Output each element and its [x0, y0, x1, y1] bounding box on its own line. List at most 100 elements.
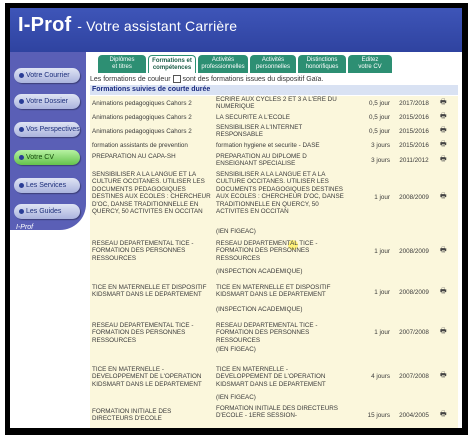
printer-icon[interactable]: 🖶	[440, 127, 450, 134]
tab-label: Diplômes	[109, 57, 135, 63]
training-module: RESEAU DEPARTEMENTAL TICE - FORMATION DE…	[216, 322, 318, 344]
printer-icon[interactable]: 🖶	[440, 113, 450, 120]
sidebar-item-label: Les Guides	[26, 208, 62, 215]
printer-icon[interactable]: 🖶	[440, 141, 450, 148]
training-organizer: (IEN FIGEAC)	[216, 346, 256, 353]
training-year: 2015/2016	[399, 128, 429, 135]
training-year: 2007/2008	[399, 329, 429, 336]
table-row: FORMATION INITIALE DES DIRECTEURS D'ECOL…	[90, 404, 458, 428]
sidebar-item-dossier[interactable]: Votre Dossier	[14, 94, 80, 109]
sidebar-item-label: Votre Courrier	[26, 72, 70, 79]
intro-text-before: Les formations de couleur	[90, 75, 171, 83]
printer-icon[interactable]: 🖶	[440, 328, 450, 335]
sidebar-item-guides[interactable]: Les Guides	[14, 204, 80, 219]
training-module: ECRIRE AUX CYCLES 2 ET 3 A L'ERE DU NUME…	[216, 96, 337, 111]
table-row: PREPARATION AU CAPA-SH PREPARATION AU DI…	[90, 152, 458, 171]
training-duration: 0,5 jour	[368, 100, 390, 107]
header: I-Prof - Votre assistant Carrière	[10, 8, 462, 52]
bullet-icon	[19, 98, 24, 104]
printer-icon[interactable]: 🖶	[440, 288, 450, 295]
training-title: TICE EN MATERNELLE - DEVELOPPEMENT DE L'…	[92, 366, 202, 388]
sidebar-item-label: Votre Dossier	[26, 98, 69, 105]
training-module: formation hygiene et securite - DASE	[216, 142, 320, 149]
tab-label: Distinctions	[306, 57, 338, 63]
training-title: PREPARATION AU CAPA-SH	[92, 153, 176, 160]
training-module: FORMATION INITIALE DES DIRECTEURS D'ECOL…	[216, 405, 338, 420]
tab-label: compétences	[152, 65, 192, 71]
app-title-subtitle: - Votre assistant Carrière	[77, 18, 238, 34]
table-row: SENSIBILISER A LA LANGUE ET LA CULTURE O…	[90, 170, 458, 239]
training-title: TICE EN MATERNELLE ET DISPOSITIF KIDSMAR…	[92, 284, 207, 299]
tab-label: Activités	[261, 57, 285, 63]
training-duration: 3 jours	[371, 157, 390, 164]
tab-label: Editez	[361, 57, 379, 63]
printer-icon[interactable]: 🖶	[440, 99, 450, 106]
tab-label: professionnelles	[201, 64, 245, 70]
training-organizer: (IEN FIGEAC)	[216, 394, 256, 401]
bullet-icon	[19, 126, 24, 132]
training-module: SENSIBILISER A LA LANGUE ET A LA CULTURE…	[216, 171, 344, 216]
tab-label: Formations et	[152, 58, 192, 64]
tab-diplomes[interactable]: Diplômes et titres	[98, 55, 146, 73]
tab-activites-pro[interactable]: Activités professionnelles	[198, 55, 248, 73]
training-module: LA SECURITE A L'ECOLE	[216, 114, 290, 121]
sidebar-logo: I-Prof	[16, 224, 34, 231]
sidebar-item-perspectives[interactable]: Vos Perspectives	[14, 122, 80, 137]
training-organizer: (INSPECTION ACADEMIQUE)	[216, 306, 303, 313]
tab-label: personnelles	[255, 64, 291, 70]
tab-label: honorifiques	[305, 64, 339, 70]
tab-editez-cv[interactable]: Editez votre CV	[348, 55, 392, 73]
section-title: Formations suivies de courte durée	[90, 85, 458, 95]
training-year: 2004/2005	[399, 412, 429, 419]
training-title: formation assistants de prevention	[92, 142, 188, 149]
training-year: 2008/2009	[399, 194, 429, 201]
tab-formations[interactable]: Formations et compétences	[148, 55, 196, 73]
sidebar-item-label: Vos Perspectives	[26, 126, 80, 133]
training-year: 2017/2018	[399, 100, 429, 107]
printer-icon[interactable]: 🖶	[440, 247, 450, 254]
training-duration: 4 jours	[371, 373, 390, 380]
app-window: I-Prof - Votre assistant Carrière Votre …	[10, 8, 462, 428]
training-title: Animations pedagogiques Cahors 2	[92, 100, 192, 107]
training-title: FORMATION INITIALE DES DIRECTEURS D'ECOL…	[92, 408, 172, 423]
training-title: RESEAU DEPARTEMENTAL TICE - FORMATION DE…	[92, 322, 194, 344]
sidebar-item-label: Les Services	[26, 182, 67, 189]
training-year: 2007/2008	[399, 373, 429, 380]
sidebar-item-label: Votre CV	[26, 154, 55, 161]
tab-activites-perso[interactable]: Activités personnelles	[250, 55, 296, 73]
table-row: TICE EN MATERNELLE - DEVELOPPEMENT DE L'…	[90, 356, 458, 405]
training-module: TICE EN MATERNELLE ET DISPOSITIF KIDSMAR…	[216, 284, 331, 299]
training-title: Animations pedagogiques Cahors 2	[92, 128, 192, 135]
training-duration: 3 jours	[371, 142, 390, 149]
training-duration: 1 jour	[374, 194, 390, 201]
training-duration: 15 jours	[367, 412, 390, 419]
gaia-color-swatch	[172, 75, 181, 83]
app-title: I-Prof - Votre assistant Carrière	[18, 14, 237, 37]
training-module: TICE EN MATERNELLE - DEVELOPPEMENT DE L'…	[216, 366, 326, 388]
training-title: Animations pedagogiques Cahors 2	[92, 114, 192, 121]
training-year: 2008/2009	[399, 289, 429, 296]
training-year: 2008/2009	[399, 248, 429, 255]
training-duration: 1 jour	[374, 248, 390, 255]
printer-icon[interactable]: 🖶	[440, 193, 450, 200]
printer-icon[interactable]: 🖶	[440, 372, 450, 379]
training-duration: 0,5 jour	[368, 114, 390, 121]
training-duration: 1 jour	[374, 289, 390, 296]
training-duration: 0,5 jour	[368, 128, 390, 135]
tab-label: et titres	[112, 64, 132, 70]
training-title: SENSIBILISER A LA LANGUE ET LA CULTURE O…	[92, 171, 211, 216]
table-row: Animations pedagogiques Cahors 2 ECRIRE …	[90, 96, 458, 113]
printer-icon[interactable]: 🖶	[440, 156, 450, 163]
table-row: TICE EN MATERNELLE ET DISPOSITIF KIDSMAR…	[90, 280, 458, 317]
training-duration: 1 jour	[374, 329, 390, 336]
tab-distinctions[interactable]: Distinctions honorifiques	[298, 55, 346, 73]
training-year: 2015/2016	[399, 142, 429, 149]
intro-text: Les formations de couleur sont des format…	[90, 75, 323, 83]
training-title: RESEAU DEPARTEMENTAL TICE - FORMATION DE…	[92, 240, 194, 262]
sidebar-item-services[interactable]: Les Services	[14, 178, 80, 193]
printer-icon[interactable]: 🖶	[440, 411, 450, 418]
training-organizer: (IEN FIGEAC)	[216, 228, 256, 235]
training-module: SENSIBILISER A L'INTERNET RESPONSABLE	[216, 124, 303, 139]
sidebar-item-cv[interactable]: Votre CV	[14, 150, 80, 165]
sidebar-item-courrier[interactable]: Votre Courrier	[14, 68, 80, 83]
